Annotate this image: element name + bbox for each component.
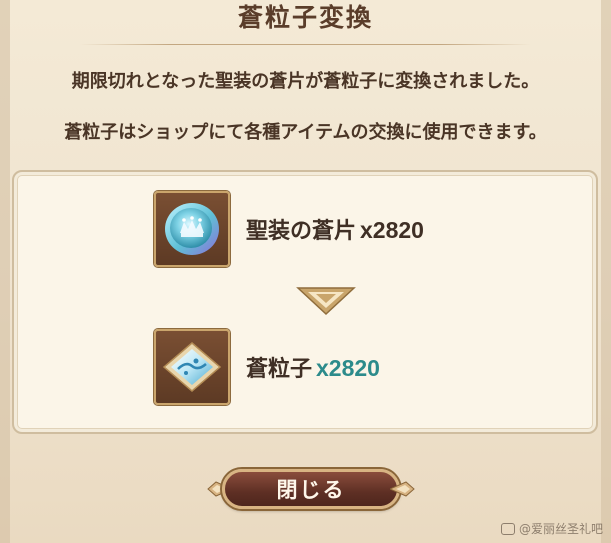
close-button[interactable]: 閉じる bbox=[222, 469, 400, 509]
watermark-logo-icon bbox=[500, 522, 515, 535]
watermark: @爱丽丝圣礼吧 bbox=[500, 520, 603, 537]
title-divider bbox=[80, 44, 531, 45]
source-item-label: 聖装の蒼片 x2820 bbox=[246, 213, 424, 245]
result-item: 蒼粒子 x2820 bbox=[154, 326, 380, 408]
source-item-quantity: x2820 bbox=[360, 217, 424, 243]
conversion-dialog: 蒼粒子変換 期限切れとなった聖装の蒼片が蒼粒子に変換されました。 蒼粒子はショッ… bbox=[0, 0, 611, 543]
description-line-1: 期限切れとなった聖装の蒼片が蒼粒子に変換されました。 bbox=[71, 71, 540, 92]
description-line-2: 蒼粒子はショップにて各種アイテムの交換に使用できます。 bbox=[64, 122, 547, 143]
watermark-text: @爱丽丝圣礼吧 bbox=[518, 522, 603, 536]
holy-shard-coin-icon bbox=[154, 191, 230, 267]
source-item: 聖装の蒼片 x2820 bbox=[154, 188, 424, 270]
result-item-label: 蒼粒子 x2820 bbox=[246, 351, 380, 383]
down-arrow-icon bbox=[296, 287, 356, 316]
result-item-name: 蒼粒子 bbox=[246, 357, 313, 382]
result-item-quantity: x2820 bbox=[316, 355, 380, 381]
right-ornament-icon bbox=[390, 481, 415, 497]
close-button-container: 閉じる bbox=[206, 466, 416, 512]
dialog-title: 蒼粒子変換 bbox=[237, 3, 373, 32]
source-item-name: 聖装の蒼片 bbox=[246, 219, 357, 244]
conversion-panel: 聖装の蒼片 x2820 蒼粒子 x2820 bbox=[12, 170, 598, 434]
blue-particle-icon bbox=[154, 329, 230, 405]
